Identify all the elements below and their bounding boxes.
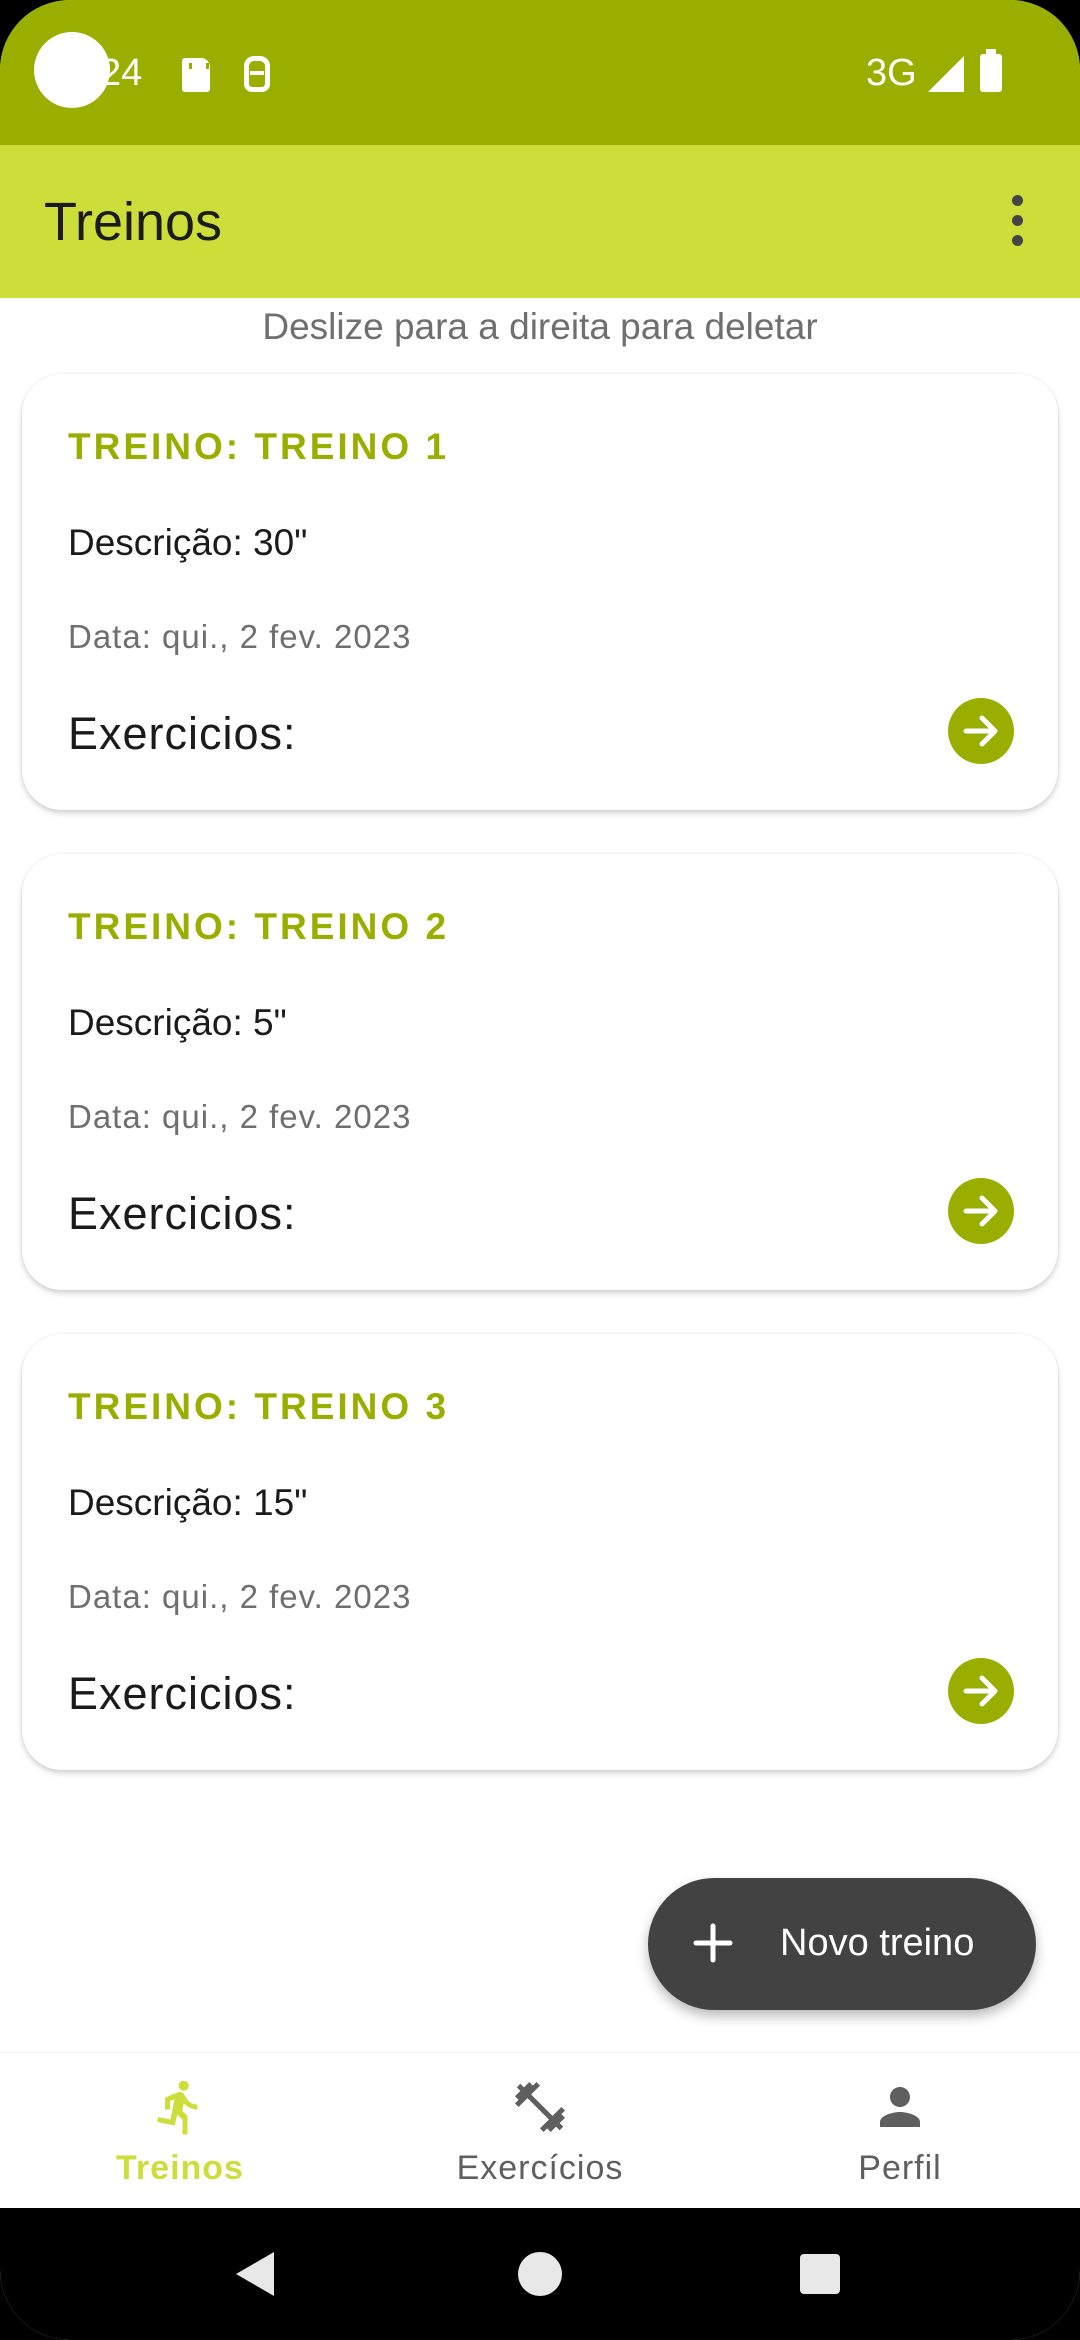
workout-date: Data: qui., 2 fev. 2023: [68, 1098, 412, 1135]
new-workout-button[interactable]: Novo treino: [648, 1878, 1036, 2010]
status-time: 24: [100, 52, 143, 94]
nav-label-exercicios: Exercícios: [456, 2149, 624, 2187]
workout-title: TREINO: TREINO 2: [68, 906, 450, 947]
nav-item-treinos[interactable]: Treinos: [0, 2053, 360, 2209]
signal-icon: [928, 56, 964, 92]
system-navigation: [0, 2208, 1080, 2340]
swipe-hint: Deslize para a direita para deletar: [262, 306, 818, 347]
workout-description: Descrição: 5": [68, 1002, 287, 1043]
arrow-forward-icon[interactable]: [948, 1658, 1014, 1724]
arrow-forward-icon[interactable]: [948, 698, 1014, 764]
plus-icon: [693, 1923, 733, 1963]
exercises-label: Exercicios:: [68, 1668, 297, 1719]
workout-card[interactable]: TREINO: TREINO 3 Descrição: 15" Data: qu…: [22, 1334, 1058, 1770]
home-icon[interactable]: [518, 2252, 562, 2296]
status-bar: 24 3G: [0, 0, 1080, 145]
notification-icon: [244, 56, 270, 92]
bottom-navigation: Treinos Exercícios Perfil: [0, 2052, 1080, 2208]
person-icon: [880, 2087, 920, 2127]
nav-label-treinos: Treinos: [116, 2149, 244, 2187]
page-title: Treinos: [44, 192, 223, 252]
nav-item-exercicios[interactable]: Exercícios: [360, 2053, 720, 2209]
workout-title: TREINO: TREINO 3: [68, 1386, 450, 1427]
exercises-label: Exercicios:: [68, 1188, 297, 1239]
workout-description: Descrição: 15": [68, 1482, 308, 1523]
camera-cutout: [34, 32, 110, 108]
new-workout-label: Novo treino: [780, 1922, 975, 1964]
workout-card[interactable]: TREINO: TREINO 1 Descrição: 30" Data: qu…: [22, 374, 1058, 810]
nav-item-perfil[interactable]: Perfil: [720, 2053, 1080, 2209]
dumbbell-icon: [515, 2082, 565, 2132]
phone-screen: 24 3G Treinos Deslize para a direita par…: [0, 0, 1080, 2340]
app-bar: Treinos: [0, 145, 1080, 298]
sd-card-icon: [182, 58, 210, 92]
nav-label-perfil: Perfil: [858, 2149, 942, 2187]
workout-card[interactable]: TREINO: TREINO 2 Descrição: 5" Data: qui…: [22, 854, 1058, 1290]
workout-title: TREINO: TREINO 1: [68, 426, 450, 467]
recents-icon[interactable]: [800, 2254, 840, 2294]
workout-date: Data: qui., 2 fev. 2023: [68, 1578, 412, 1615]
running-icon: [157, 2080, 198, 2135]
workout-description: Descrição: 30": [68, 522, 308, 563]
battery-icon: [980, 49, 1002, 92]
exercises-label: Exercicios:: [68, 708, 297, 759]
network-type: 3G: [866, 52, 917, 94]
back-icon[interactable]: [236, 2252, 274, 2296]
arrow-forward-icon[interactable]: [948, 1178, 1014, 1244]
more-vert-icon[interactable]: [1006, 195, 1030, 247]
workout-date: Data: qui., 2 fev. 2023: [68, 618, 412, 655]
